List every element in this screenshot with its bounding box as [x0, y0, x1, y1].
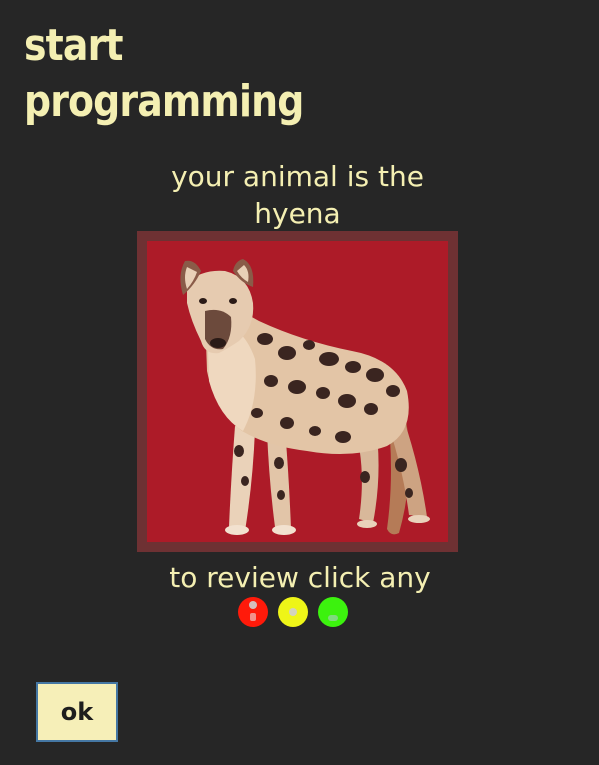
red-dot-mark — [249, 601, 257, 609]
title-line-1: start — [24, 20, 123, 71]
green-dot-mark — [328, 615, 338, 621]
review-instruction: to review click any — [169, 561, 431, 594]
page-title: start programming — [24, 18, 304, 130]
title-line-2: programming — [24, 76, 304, 127]
yellow-dot-mark — [289, 608, 297, 616]
red-dot-mark-lower — [250, 613, 256, 621]
hyena-illustration — [180, 259, 430, 535]
review-dots — [238, 597, 348, 627]
animal-prompt: your animal is the hyena — [150, 158, 445, 232]
ok-button-label: ok — [60, 698, 94, 726]
animal-image-frame — [137, 231, 458, 552]
yellow-dot-button[interactable] — [278, 597, 308, 627]
app-window: start programming your animal is the hye… — [0, 0, 599, 765]
red-dot-button[interactable] — [238, 597, 268, 627]
green-dot-button[interactable] — [318, 597, 348, 627]
hyena-image — [147, 241, 448, 542]
animal-name: hyena — [254, 197, 341, 230]
prompt-line-1: your animal is the — [171, 160, 424, 193]
ok-button[interactable]: ok — [36, 682, 118, 742]
